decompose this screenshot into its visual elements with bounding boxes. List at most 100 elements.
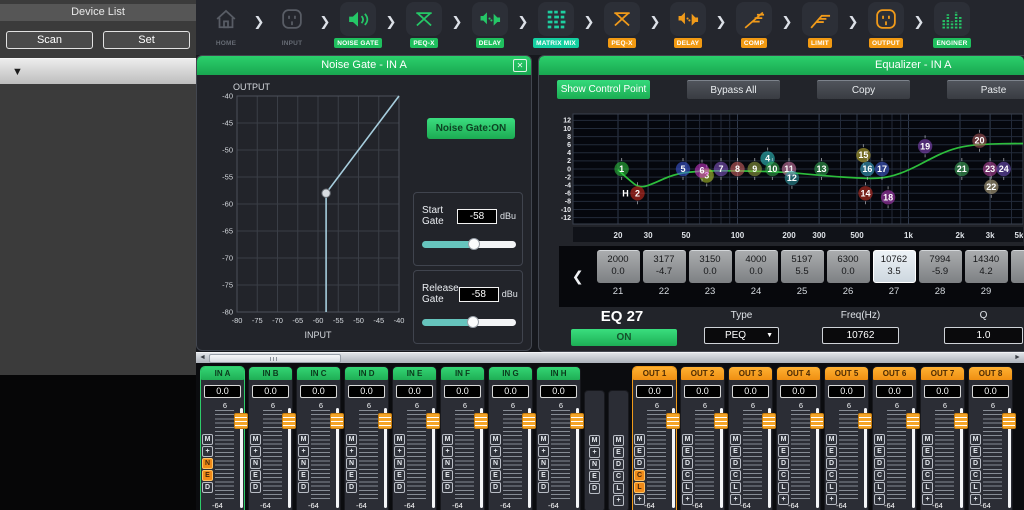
channel-gain-value[interactable]: 0.0	[300, 385, 337, 398]
master-button-+[interactable]: +	[613, 495, 624, 506]
strip-button-M[interactable]: M	[538, 434, 549, 445]
strip-button-M[interactable]: M	[730, 434, 741, 445]
scroll-left-icon[interactable]: ◄	[197, 353, 208, 363]
strip-button-N[interactable]: N	[346, 458, 357, 469]
set-button[interactable]: Set	[103, 31, 190, 49]
strip-button-M[interactable]: M	[442, 434, 453, 445]
eq-band-box[interactable]: 3177 -4.7	[643, 250, 686, 283]
fader-handle[interactable]	[810, 413, 824, 429]
eq-band-box[interactable]	[1011, 250, 1024, 283]
strip-button-+[interactable]: +	[250, 446, 261, 457]
channel-label[interactable]: OUT 8	[969, 367, 1012, 380]
fader-handle[interactable]	[282, 413, 296, 429]
strip-button-D[interactable]: D	[298, 482, 309, 493]
toolbar-item-enginer[interactable]: ENGINER	[928, 2, 976, 48]
strip-button-M[interactable]: M	[874, 434, 885, 445]
fader-handle[interactable]	[858, 413, 872, 429]
eq-band-box[interactable]: 5197 5.5	[781, 250, 824, 283]
strip-button-+[interactable]: +	[730, 494, 741, 505]
toolbar-item-matrix-mix[interactable]: MATRIX MIX	[532, 2, 580, 48]
master-button-M[interactable]: M	[589, 435, 600, 446]
strip-button-+[interactable]: +	[682, 494, 693, 505]
eq-band-28[interactable]: 7994 -5.9 28	[919, 250, 962, 307]
toolbar-item-peq-x-in[interactable]: PEQ-X	[400, 2, 448, 48]
horizontal-scrollbar[interactable]: ◄ ►	[196, 352, 1024, 363]
master-button-M[interactable]: M	[613, 435, 624, 446]
fader-handle[interactable]	[1002, 413, 1016, 429]
eq-band-box[interactable]: 10762 3.5	[873, 250, 916, 283]
strip-button-D[interactable]: D	[634, 458, 645, 469]
strip-button-E[interactable]: E	[490, 470, 501, 481]
release-gate-slider[interactable]	[422, 319, 516, 326]
channel-label[interactable]: OUT 5	[825, 367, 868, 380]
strip-button-L[interactable]: L	[826, 482, 837, 493]
channel-label[interactable]: IN D	[345, 367, 388, 380]
strip-button-C[interactable]: C	[682, 470, 693, 481]
strip-button-+[interactable]: +	[394, 446, 405, 457]
strip-button-L[interactable]: L	[634, 482, 645, 493]
master-button-E[interactable]: E	[613, 447, 624, 458]
strip-button-+[interactable]: +	[346, 446, 357, 457]
eq-band-29[interactable]: 14340 4.2 29	[965, 250, 1008, 307]
channel-label[interactable]: IN F	[441, 367, 484, 380]
strip-button-+[interactable]: +	[970, 494, 981, 505]
strip-button-L[interactable]: L	[970, 482, 981, 493]
channel-gain-value[interactable]: 0.0	[492, 385, 529, 398]
fader-handle[interactable]	[906, 413, 920, 429]
channel-gain-value[interactable]: 0.0	[732, 385, 769, 398]
scan-button[interactable]: Scan	[6, 31, 93, 49]
eq-band-22[interactable]: 3177 -4.7 22	[643, 250, 686, 307]
strip-button-+[interactable]: +	[826, 494, 837, 505]
channel-label[interactable]: OUT 7	[921, 367, 964, 380]
strip-button-E[interactable]: E	[442, 470, 453, 481]
strip-button-+[interactable]: +	[442, 446, 453, 457]
eq-band-box[interactable]: 14340 4.2	[965, 250, 1008, 283]
master-button-D[interactable]: D	[589, 483, 600, 494]
strip-button-L[interactable]: L	[682, 482, 693, 493]
eq-on-button[interactable]: ON	[571, 329, 677, 346]
strip-button-+[interactable]: +	[538, 446, 549, 457]
eq-band-24[interactable]: 4000 0.0 24	[735, 250, 778, 307]
freq-input[interactable]: 10762	[822, 327, 899, 344]
strip-button-C[interactable]: C	[634, 470, 645, 481]
strip-button-C[interactable]: C	[730, 470, 741, 481]
toolbar-item-output[interactable]: OUTPUT	[862, 2, 910, 48]
eq-band-box[interactable]: 4000 0.0	[735, 250, 778, 283]
eq-band-box[interactable]: 7994 -5.9	[919, 250, 962, 283]
toolbar-item-peq-x-out[interactable]: PEQ-X	[598, 2, 646, 48]
channel-gain-value[interactable]: 0.0	[540, 385, 577, 398]
channel-label[interactable]: IN B	[249, 367, 292, 380]
eq-band-box[interactable]: 6300 0.0	[827, 250, 870, 283]
channel-gain-value[interactable]: 0.0	[396, 385, 433, 398]
channel-label[interactable]: IN E	[393, 367, 436, 380]
strip-button-C[interactable]: C	[778, 470, 789, 481]
master-button-C[interactable]: C	[613, 471, 624, 482]
channel-label[interactable]: OUT 1	[633, 367, 676, 380]
strip-button-M[interactable]: M	[346, 434, 357, 445]
strip-button-C[interactable]: C	[970, 470, 981, 481]
channel-gain-value[interactable]: 0.0	[444, 385, 481, 398]
channel-gain-value[interactable]: 0.0	[348, 385, 385, 398]
channel-gain-value[interactable]: 0.0	[828, 385, 865, 398]
device-group-expander[interactable]: ▼	[0, 58, 196, 84]
strip-button-N[interactable]: N	[490, 458, 501, 469]
strip-button-E[interactable]: E	[634, 446, 645, 457]
strip-button-D[interactable]: D	[730, 458, 741, 469]
strip-button-M[interactable]: M	[202, 434, 213, 445]
strip-button-D[interactable]: D	[970, 458, 981, 469]
eq-button-paste[interactable]: Paste	[947, 80, 1024, 99]
channel-label[interactable]: OUT 6	[873, 367, 916, 380]
strip-button-D[interactable]: D	[826, 458, 837, 469]
eq-response-graph[interactable]: 121086420-2-4-6-8-10-121H235678941011121…	[559, 110, 1023, 242]
strip-button-M[interactable]: M	[922, 434, 933, 445]
strip-button-M[interactable]: M	[490, 434, 501, 445]
channel-label[interactable]: IN G	[489, 367, 532, 380]
fader-handle[interactable]	[570, 413, 584, 429]
strip-button-N[interactable]: N	[298, 458, 309, 469]
strip-button-L[interactable]: L	[922, 482, 933, 493]
strip-button-D[interactable]: D	[394, 482, 405, 493]
channel-gain-value[interactable]: 0.0	[924, 385, 961, 398]
strip-button-+[interactable]: +	[874, 494, 885, 505]
strip-button-C[interactable]: C	[874, 470, 885, 481]
master-button-+[interactable]: +	[589, 447, 600, 458]
